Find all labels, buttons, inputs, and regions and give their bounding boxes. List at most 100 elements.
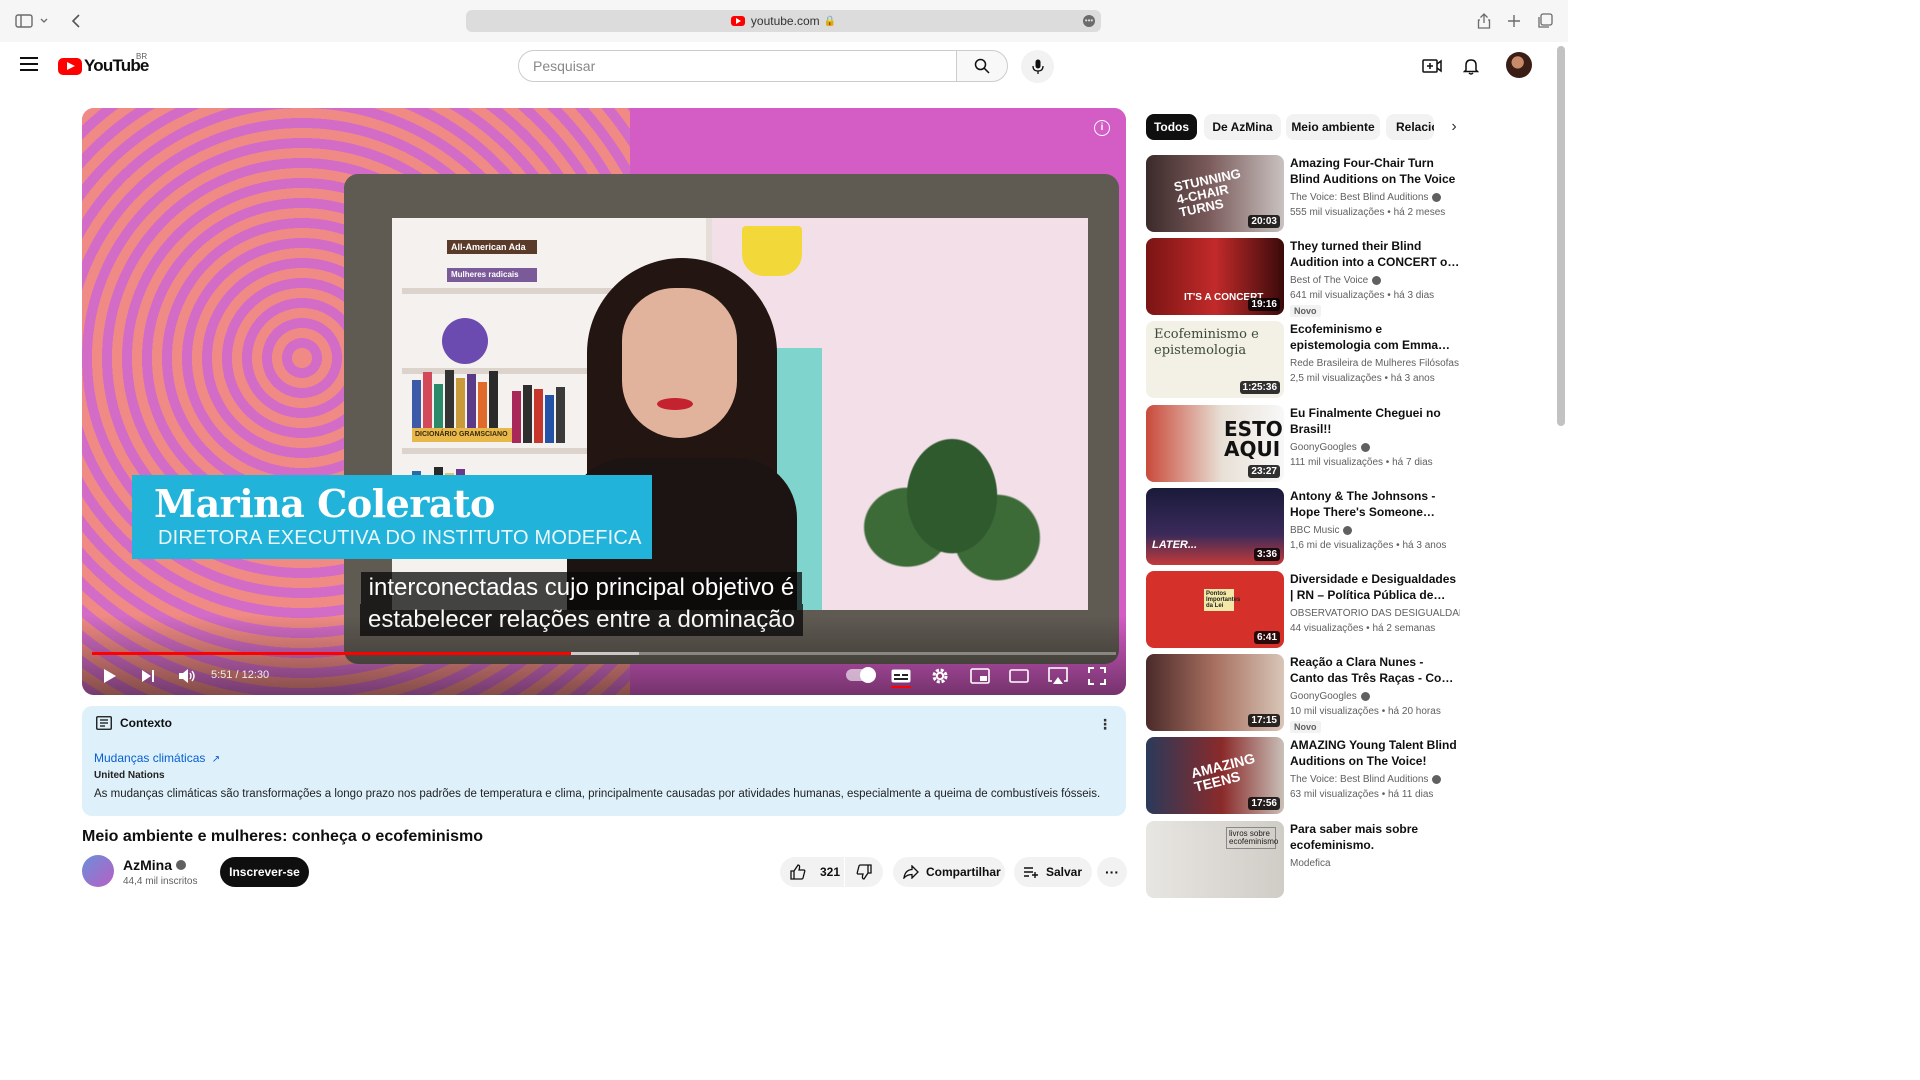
- recommendation-title[interactable]: Eu Finalmente Cheguei no Brasil!!: [1290, 405, 1460, 437]
- info-icon[interactable]: i: [1094, 120, 1110, 136]
- volume-button[interactable]: [176, 664, 198, 688]
- autoplay-toggle[interactable]: [846, 667, 876, 683]
- back-icon[interactable]: [66, 11, 86, 31]
- miniplayer-button[interactable]: [969, 664, 991, 688]
- chevron-down-icon[interactable]: [38, 11, 50, 31]
- recommendation-thumbnail[interactable]: Ecofeminismo e epistemologia 1:25:36: [1146, 321, 1284, 399]
- recommendation-title[interactable]: AMAZING Young Talent Blind Auditions on …: [1290, 737, 1460, 769]
- recommendation-thumbnail[interactable]: STUNNING 4-CHAIR TURNS 20:03: [1146, 155, 1284, 232]
- recommendation-item[interactable]: livros sobre ecofeminismo Para saber mais…: [1146, 820, 1466, 899]
- recommendation-title[interactable]: Reação a Clara Nunes - Canto das Três Ra…: [1290, 654, 1460, 686]
- more-icon[interactable]: •••: [1083, 15, 1095, 27]
- chip-todos[interactable]: Todos: [1146, 114, 1197, 140]
- recommendation-item[interactable]: STUNNING 4-CHAIR TURNS 20:03 Amazing Four-…: [1146, 155, 1466, 233]
- address-bar[interactable]: youtube.com 🔒 •••: [466, 10, 1101, 32]
- duration-badge: 17:56: [1248, 797, 1280, 811]
- recommendation-item[interactable]: Pontos Importantes da Lei 6:41 Diversidade…: [1146, 571, 1466, 649]
- scrollbar[interactable]: [1557, 46, 1565, 426]
- recommendation-channel-row[interactable]: The Voice: Best Blind Auditions: [1290, 192, 1442, 203]
- recommendation-thumbnail[interactable]: AMAZING TEENS 17:56: [1146, 737, 1284, 815]
- theater-mode-button[interactable]: [1008, 664, 1030, 688]
- recommendation-channel: The Voice: Best Blind Auditions: [1290, 192, 1429, 203]
- subtitles-button[interactable]: [891, 664, 911, 688]
- browser-toolbar: youtube.com 🔒 •••: [0, 0, 1568, 42]
- microphone-icon: [1031, 59, 1044, 74]
- view-count: 641 mil visualizações: [1290, 290, 1385, 302]
- recommendation-channel-row[interactable]: Modefica: [1290, 858, 1331, 869]
- recommendation-item[interactable]: Ecofeminismo e epistemologia 1:25:36 Ecofe…: [1146, 321, 1466, 399]
- share-icon[interactable]: [1474, 11, 1494, 31]
- recommendation-channel-row[interactable]: Rede Brasileira de Mulheres Filósofas: [1290, 358, 1459, 369]
- recommendation-title[interactable]: Ecofeminismo e epistemologia com Emma Si…: [1290, 321, 1460, 353]
- recommendation-channel-row[interactable]: GoonyGoogles: [1290, 691, 1370, 702]
- recommendation-channel-row[interactable]: Best of The Voice: [1290, 275, 1382, 286]
- notifications-button[interactable]: [1459, 54, 1483, 78]
- recommendation-item[interactable]: 17:15 Reação a Clara Nunes - Canto das Tr…: [1146, 654, 1466, 734]
- recommendation-meta: 44 visualizações • há 2 semanas: [1290, 623, 1435, 634]
- share-button[interactable]: Compartilhar: [893, 857, 1005, 887]
- channel-name-row[interactable]: AzMina: [123, 857, 186, 873]
- verified-icon: [1343, 525, 1353, 535]
- thumbnail-text: ESTOU AQUI: [1224, 416, 1284, 461]
- recommendation-channel-row[interactable]: BBC Music: [1290, 525, 1353, 536]
- voice-search-button[interactable]: [1021, 50, 1054, 83]
- youtube-logo[interactable]: YouTube BR: [58, 52, 149, 76]
- recommendation-title[interactable]: Antony & The Johnsons - Hope There's Som…: [1290, 488, 1460, 520]
- recommendation-title[interactable]: Diversidade e Desigualdades | RN – Polít…: [1290, 571, 1460, 603]
- recommendation-channel-row[interactable]: The Voice: Best Blind Auditions: [1290, 774, 1442, 785]
- recommendation-item[interactable]: LATER... 3:36 Antony & The Johnsons - Hope…: [1146, 487, 1466, 566]
- recommendation-thumbnail[interactable]: 17:15: [1146, 654, 1284, 732]
- recommendation-title[interactable]: Amazing Four-Chair Turn Blind Auditions …: [1290, 155, 1460, 187]
- view-count: 2,5 mil visualizações: [1290, 373, 1382, 385]
- recommendation-thumbnail[interactable]: IT'S A CONCERT 19:16: [1146, 238, 1284, 316]
- context-header: Contexto: [96, 716, 172, 730]
- recommendation-channel-row[interactable]: GoonyGoogles: [1290, 442, 1370, 453]
- share-label: Compartilhar: [926, 865, 1001, 879]
- subscribe-button[interactable]: Inscrever-se: [220, 857, 309, 887]
- recommendation-title[interactable]: They turned their Blind Audition into a …: [1290, 238, 1460, 270]
- new-badge: Novo: [1290, 721, 1321, 734]
- view-count: 111 mil visualizações: [1290, 456, 1384, 468]
- more-actions-button[interactable]: ···: [1097, 857, 1127, 887]
- video-player[interactable]: All-American Ada Mulheres radicais DICIO…: [82, 108, 1126, 695]
- save-button[interactable]: Salvar: [1014, 857, 1092, 887]
- chip-de-azmina[interactable]: De AzMina: [1204, 114, 1281, 140]
- recommendation-item[interactable]: IT'S A CONCERT 19:16 They turned their Bli…: [1146, 238, 1466, 318]
- account-avatar[interactable]: [1506, 52, 1532, 78]
- chevron-right-icon[interactable]: ›: [1444, 117, 1464, 137]
- dislike-button[interactable]: [845, 857, 883, 887]
- meta-separator: •: [1378, 789, 1388, 801]
- menu-icon[interactable]: [20, 57, 38, 71]
- sidebar-toggle-icon[interactable]: [14, 11, 34, 31]
- recommendation-item[interactable]: AMAZING TEENS 17:56 AMAZING Young Talent B…: [1146, 737, 1466, 815]
- airplay-button[interactable]: [1046, 664, 1070, 688]
- recommendation-channel-row[interactable]: OBSERVATÓRIO DAS DESIGUALDAD…: [1290, 608, 1460, 619]
- address-text: youtube.com: [750, 14, 820, 28]
- recommendation-thumbnail[interactable]: LATER... 3:36: [1146, 487, 1284, 565]
- chip-meio-ambiente[interactable]: Meio ambiente: [1286, 114, 1380, 140]
- verified-icon: [1432, 775, 1442, 785]
- search-button[interactable]: [956, 50, 1008, 82]
- recommendation-thumbnail[interactable]: livros sobre ecofeminismo: [1146, 820, 1284, 898]
- recommendation-title[interactable]: Para saber mais sobre ecofeminismo.: [1290, 821, 1460, 853]
- recommendation-thumbnail[interactable]: ESTOU AQUI 23:27: [1146, 404, 1284, 482]
- progress-bar[interactable]: [92, 652, 1116, 655]
- recommendation-item[interactable]: ESTOU AQUI 23:27 Eu Finalmente Cheguei no …: [1146, 404, 1466, 483]
- channel-name[interactable]: AzMina: [123, 857, 172, 873]
- play-button[interactable]: [100, 664, 120, 688]
- context-more-icon[interactable]: ⋮: [1098, 716, 1112, 733]
- like-button[interactable]: 321: [780, 857, 844, 887]
- next-button[interactable]: [138, 664, 158, 688]
- settings-button[interactable]: [930, 664, 950, 688]
- create-button[interactable]: [1420, 54, 1444, 78]
- context-link[interactable]: Mudanças climáticas ↗: [94, 751, 220, 765]
- channel-avatar[interactable]: [82, 855, 114, 887]
- chip-relacionados[interactable]: Relacio: [1386, 114, 1434, 140]
- search-input[interactable]: [518, 50, 958, 82]
- recommendation-thumbnail[interactable]: Pontos Importantes da Lei 6:41: [1146, 571, 1284, 648]
- fullscreen-button[interactable]: [1087, 664, 1107, 688]
- new-tab-icon[interactable]: [1504, 11, 1524, 31]
- tabs-overview-icon[interactable]: [1535, 11, 1555, 31]
- subscriber-count: 44,4 mil inscritos: [123, 876, 198, 887]
- recommendation-meta: 641 mil visualizações • há 3 dias: [1290, 290, 1434, 301]
